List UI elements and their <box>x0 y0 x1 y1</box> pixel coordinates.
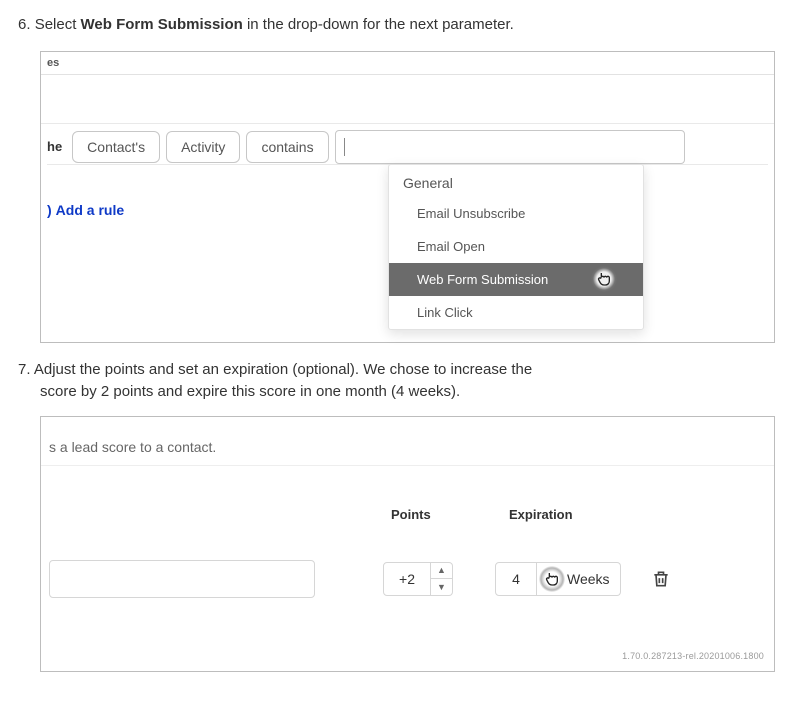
activity-dropdown[interactable]: General Email Unsubscribe Email Open Web… <box>388 164 644 330</box>
expiration-group[interactable]: 4 Weeks <box>495 562 621 596</box>
rule-value-input[interactable] <box>335 130 685 164</box>
add-rule-paren: ) <box>47 202 52 218</box>
dropdown-item-web-form-submission[interactable]: Web Form Submission <box>389 263 643 296</box>
points-stepper-buttons[interactable]: ▲ ▼ <box>431 562 453 596</box>
lead-score-fragment: s a lead score to a contact. <box>49 439 216 455</box>
stepper-down-icon[interactable]: ▼ <box>431 579 452 595</box>
he-fragment: he <box>47 139 66 154</box>
step-6-text-b: in the drop-down for the next parameter. <box>243 16 514 33</box>
step-7-number: 7. <box>18 361 31 378</box>
chip-activity[interactable]: Activity <box>166 131 240 163</box>
dropdown-item-label: Web Form Submission <box>417 272 548 287</box>
chip-contains[interactable]: contains <box>246 131 328 163</box>
step-6-bold: Web Form Submission <box>81 16 243 33</box>
step-6-number: 6. <box>18 16 31 33</box>
step-6-text-a: Select <box>35 16 81 33</box>
screenshot-panel-score: s a lead score to a contact. Points Expi… <box>40 416 775 672</box>
add-rule-label: Add a rule <box>56 202 124 218</box>
panel-b-divider <box>41 465 774 466</box>
step-7-line1: Adjust the points and set an expiration … <box>34 361 532 378</box>
es-fragment: es <box>47 57 59 69</box>
expiration-unit-label: Weeks <box>567 571 610 587</box>
trash-icon <box>651 569 671 589</box>
dropdown-item-link-click[interactable]: Link Click <box>389 296 643 329</box>
expiration-value[interactable]: 4 <box>495 562 537 596</box>
add-rule-link[interactable]: ) Add a rule <box>47 202 124 218</box>
points-stepper[interactable]: +2 ▲ ▼ <box>383 562 453 596</box>
score-row: +2 ▲ ▼ 4 Weeks <box>41 557 774 601</box>
panel-divider <box>41 74 774 124</box>
pointer-cursor-icon <box>539 566 565 592</box>
expiration-unit-select[interactable]: Weeks <box>537 562 621 596</box>
build-id: 1.70.0.287213-rel.20201006.1800 <box>622 651 764 661</box>
points-value[interactable]: +2 <box>383 562 431 596</box>
dropdown-item-email-unsubscribe[interactable]: Email Unsubscribe <box>389 197 643 230</box>
dropdown-item-email-open[interactable]: Email Open <box>389 230 643 263</box>
text-cursor <box>344 138 345 156</box>
delete-rule-button[interactable] <box>651 569 671 589</box>
dropdown-section-general: General <box>389 165 643 197</box>
column-header-expiration: Expiration <box>509 507 573 522</box>
rule-chips-row: he Contact's Activity contains <box>47 130 685 164</box>
chip-contacts[interactable]: Contact's <box>72 131 160 163</box>
pointer-cursor-icon <box>591 266 617 292</box>
step-7-line2: score by 2 points and expire this score … <box>18 381 777 404</box>
screenshot-panel-rules: es he Contact's Activity contains ) Add … <box>40 51 775 343</box>
stepper-up-icon[interactable]: ▲ <box>431 563 452 580</box>
rule-name-input[interactable] <box>49 560 315 598</box>
column-header-points: Points <box>391 507 431 522</box>
